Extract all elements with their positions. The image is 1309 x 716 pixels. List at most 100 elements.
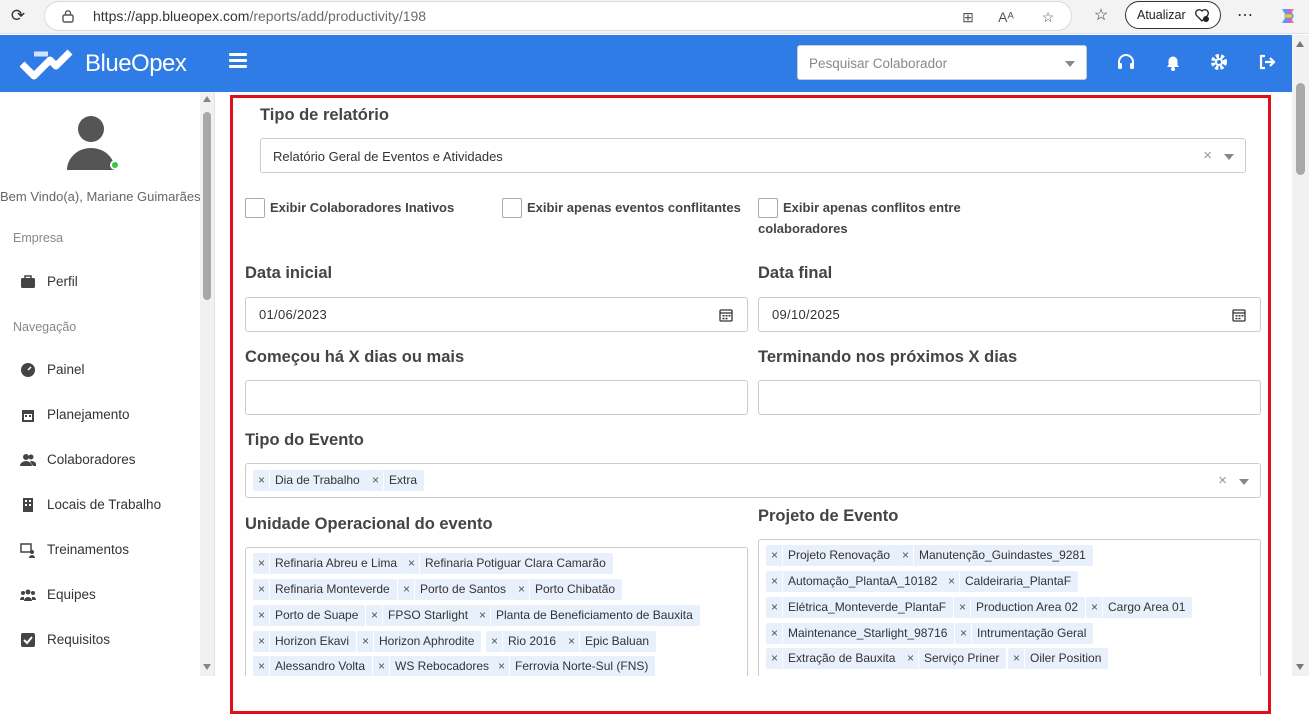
inactive-collaborators-checkbox[interactable] [245,198,265,218]
headset-icon[interactable] [1116,52,1136,72]
project-tag[interactable]: × Cargo Area 01 [1086,597,1193,618]
unit-tag[interactable]: × Horizon Aphrodite [357,631,482,652]
event-type-tag[interactable]: × Dia de Trabalho [253,470,367,491]
unit-tag[interactable]: × Refinaria Monteverde [253,579,397,600]
unit-tag[interactable]: × Planta de Beneficiamento de Bauxita [474,605,700,626]
bell-icon[interactable] [1163,52,1183,72]
unit-tag[interactable]: × Refinaria Potiguar Clara Camarão [403,553,613,574]
unit-tag[interactable]: × WS Rebocadores [373,656,497,677]
project-tag[interactable]: × Caldeiraria_PlantaF [943,571,1079,592]
unit-tag[interactable]: × Refinaria Abreu e Lima [253,553,405,574]
lock-icon[interactable] [61,9,75,23]
project-tag[interactable]: × Automação_PlantaA_10182 [766,571,945,592]
remove-tag-icon[interactable]: × [254,580,270,599]
remove-tag-icon[interactable]: × [767,624,783,643]
favorites-icon[interactable]: ☆ [1091,6,1111,26]
reload-icon[interactable]: ⟳ [8,6,28,26]
unit-tag[interactable]: × Horizon Ekavi [253,631,357,652]
remove-tag-icon[interactable]: × [767,546,783,565]
remove-tag-icon[interactable]: × [254,554,270,573]
remove-tag-icon[interactable]: × [487,632,503,651]
unit-tag[interactable]: × Rio 2016 [486,631,564,652]
more-options-icon[interactable]: ⋯ [1235,6,1255,26]
unit-tag[interactable]: × Porto de Suape [253,605,366,626]
calendar-icon[interactable] [1232,308,1246,322]
address-bar[interactable]: https://app.blueopex.com/reports/add/pro… [44,1,1072,31]
calendar-icon[interactable] [719,308,733,322]
remove-tag-icon[interactable]: × [955,598,971,617]
remove-tag-icon[interactable]: × [404,554,420,573]
clear-icon[interactable]: × [1218,472,1227,489]
collaborator-search-select[interactable]: Pesquisar Colaborador [797,45,1087,80]
project-tag[interactable]: × Elétrica_Monteverde_PlantaF [766,597,954,618]
page-scrollbar[interactable] [1292,35,1309,676]
project-tag[interactable]: × Manutenção_Guindastes_9281 [897,545,1093,566]
project-tag[interactable]: × Intrumentação Geral [955,623,1094,644]
remove-tag-icon[interactable]: × [564,632,580,651]
chevron-down-icon[interactable] [1065,61,1075,67]
project-tag[interactable]: × Extração de Bauxita [766,648,903,669]
gear-icon[interactable] [1209,52,1229,72]
sidebar-scroll-thumb[interactable] [203,112,211,300]
end-date-input[interactable]: 09/10/2025 [758,297,1261,332]
favorite-star-icon[interactable]: ☆ [1039,8,1057,26]
remove-tag-icon[interactable]: × [358,632,374,651]
remove-tag-icon[interactable]: × [956,624,972,643]
project-tag[interactable]: × Oiler Position [1008,648,1109,669]
remove-tag-icon[interactable]: × [367,606,383,625]
remove-tag-icon[interactable]: × [767,649,783,668]
started-days-input[interactable] [245,380,748,415]
remove-tag-icon[interactable]: × [254,471,270,490]
project-tag[interactable]: × Projeto Renovação [766,545,898,566]
chevron-down-icon[interactable] [1239,479,1249,485]
unit-tag[interactable]: × Porto de Santos [398,579,514,600]
unit-tag[interactable]: × Alessandro Volta [253,656,373,677]
scroll-down-icon[interactable] [1296,664,1304,670]
remove-tag-icon[interactable]: × [254,606,270,625]
page-scroll-thumb[interactable] [1296,83,1305,175]
project-tag[interactable]: × Production Area 02 [954,597,1086,618]
remove-tag-icon[interactable]: × [254,632,270,651]
unit-tag[interactable]: × FPSO Starlight [366,605,476,626]
remove-tag-icon[interactable]: × [368,471,384,490]
read-aloud-icon[interactable]: Aᴬ [997,8,1015,26]
sidebar-scrollbar[interactable] [200,92,214,676]
remove-tag-icon[interactable]: × [399,580,415,599]
remove-tag-icon[interactable]: × [767,572,783,591]
remove-tag-icon[interactable]: × [1087,598,1103,617]
event-type-tag[interactable]: × Extra [367,470,425,491]
copilot-icon[interactable] [1277,5,1299,27]
unit-tag[interactable]: × Epic Baluan [563,631,657,652]
project-tag[interactable]: × Serviço Priner [902,648,1007,669]
unit-tag[interactable]: × Porto Chibatão [513,579,623,600]
remove-tag-icon[interactable]: × [254,657,270,676]
scroll-down-icon[interactable] [203,664,211,670]
clear-icon[interactable]: × [1203,147,1212,164]
menu-toggle-icon[interactable] [229,53,247,69]
conflicting-events-checkbox[interactable] [502,198,522,218]
app-grid-icon[interactable]: ⊞ [959,8,977,26]
section-nav: Navegação [13,320,77,334]
chevron-down-icon[interactable] [1224,154,1234,160]
remove-tag-icon[interactable]: × [374,657,390,676]
ending-days-input[interactable] [758,380,1261,415]
blueopex-logo-icon [20,49,73,80]
report-type-select[interactable]: Relatório Geral de Eventos e Atividades … [260,138,1246,173]
scroll-up-icon[interactable] [1296,41,1304,47]
end-date-value: 09/10/2025 [772,307,841,322]
remove-tag-icon[interactable]: × [767,598,783,617]
remove-tag-icon[interactable]: × [475,606,491,625]
logout-icon[interactable] [1257,52,1277,72]
project-tag[interactable]: × Maintenance_Starlight_98716 [766,623,955,644]
remove-tag-icon[interactable]: × [903,649,919,668]
remove-tag-icon[interactable]: × [944,572,960,591]
remove-tag-icon[interactable]: × [494,657,510,676]
remove-tag-icon[interactable]: × [898,546,914,565]
scroll-up-icon[interactable] [203,96,211,102]
training-icon [20,543,35,558]
start-date-input[interactable]: 01/06/2023 [245,297,748,332]
remove-tag-icon[interactable]: × [1009,649,1025,668]
unit-tag[interactable]: × Ferrovia Norte-Sul (FNS) [493,656,656,677]
update-button[interactable]: Atualizar [1125,1,1221,29]
remove-tag-icon[interactable]: × [514,580,530,599]
